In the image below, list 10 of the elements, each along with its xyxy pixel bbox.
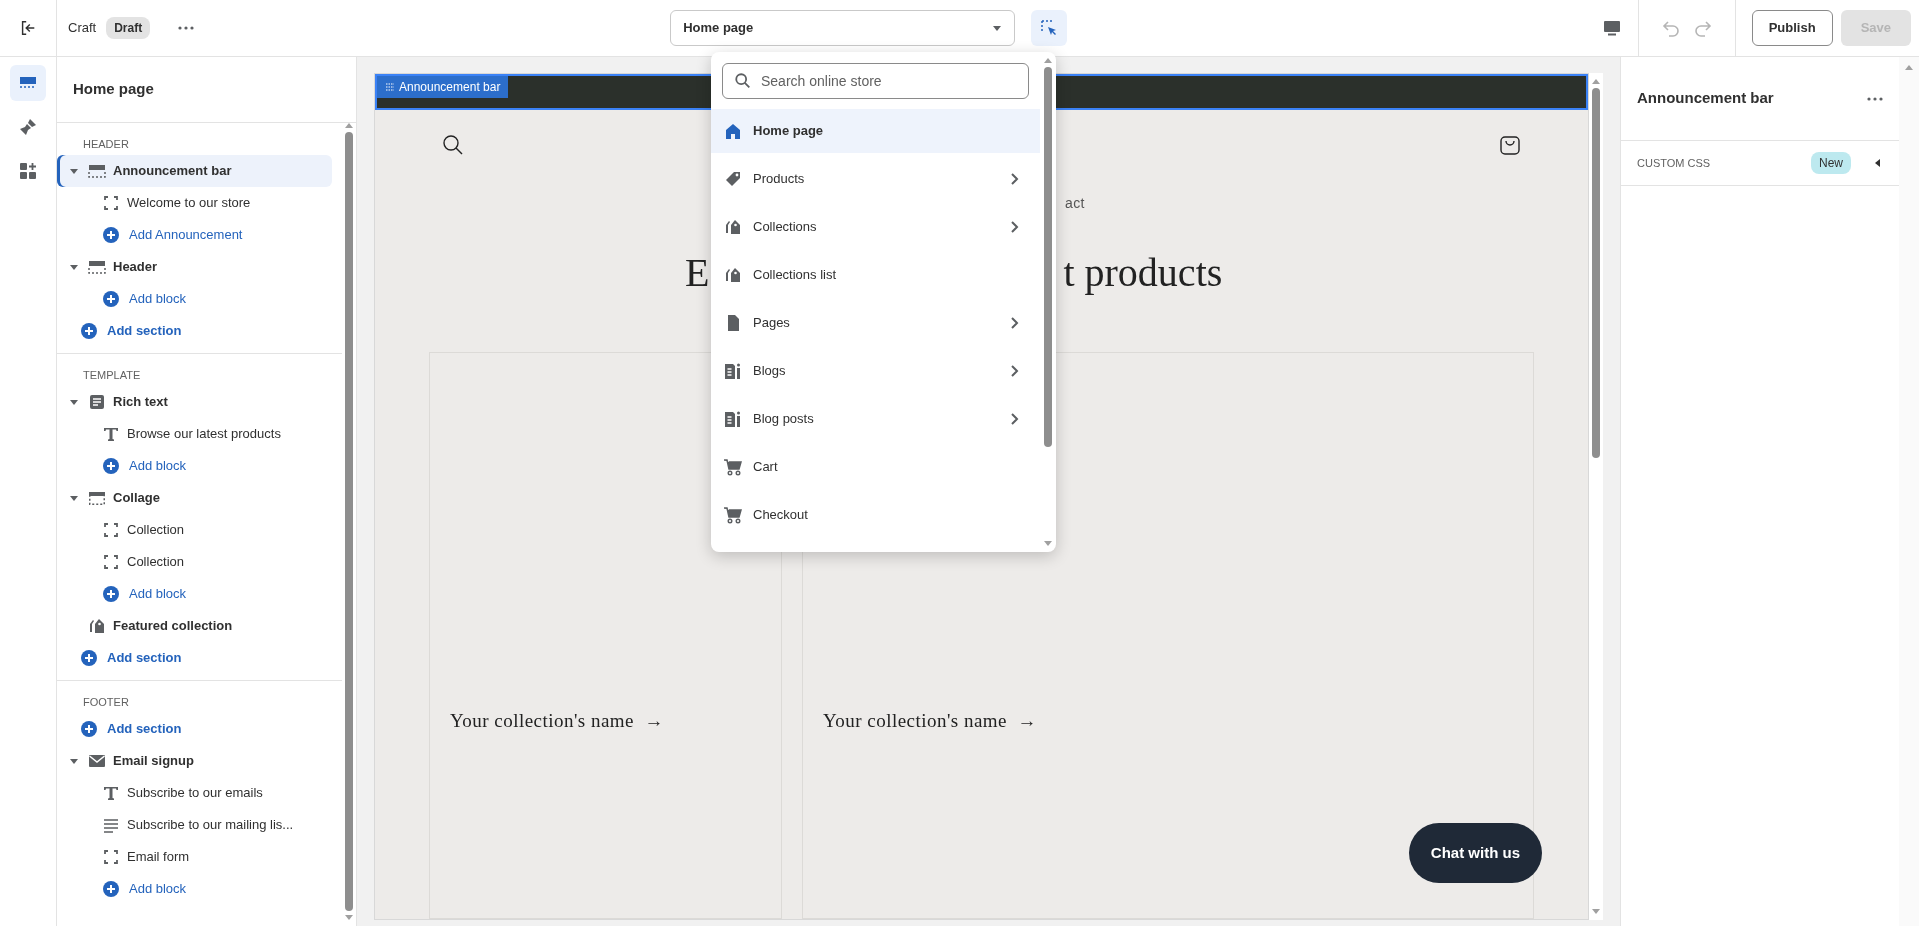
group-label: HEADER — [82, 136, 130, 152]
panel-title: Announcement bar — [1637, 88, 1774, 109]
group-label: TEMPLATE — [82, 367, 142, 383]
status-badge: Draft — [106, 17, 151, 39]
heading-fragment: t products — [1063, 249, 1223, 297]
new-badge: New — [1811, 152, 1851, 174]
store-name: Craft — [68, 19, 97, 38]
group-label: FOOTER — [82, 694, 130, 710]
heading-fragment: E — [685, 249, 710, 297]
sidebar-title: Home page — [73, 79, 154, 100]
